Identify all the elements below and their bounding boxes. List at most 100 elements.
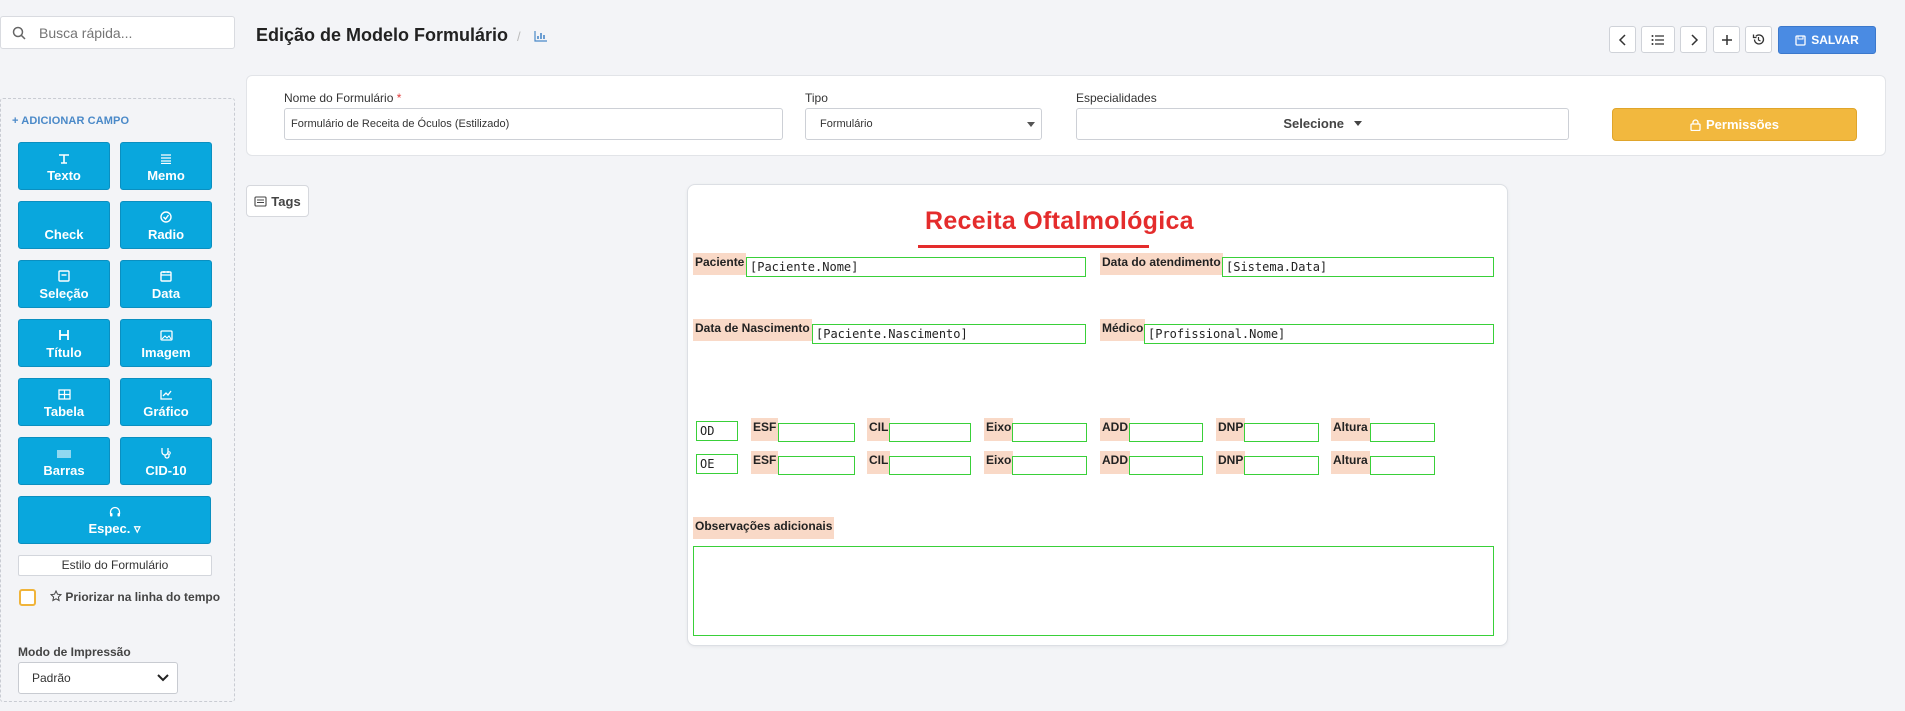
save-button[interactable]: SALVAR <box>1778 26 1876 54</box>
add-button[interactable] <box>1713 26 1740 53</box>
tags-list-icon <box>254 195 267 207</box>
oe-eixo-label[interactable]: Eixo <box>984 451 1014 474</box>
history-button[interactable] <box>1745 26 1772 53</box>
stethoscope-icon <box>161 448 171 459</box>
form-name-input[interactable]: Formulário de Receita de Óculos (Estiliz… <box>284 108 783 140</box>
specialties-select[interactable]: Selecione <box>1076 108 1569 140</box>
add-field-label: + ADICIONAR CAMPO <box>12 115 130 127</box>
heading-icon <box>59 330 69 340</box>
oe-altura-label[interactable]: Altura <box>1331 451 1370 474</box>
lock-icon <box>1690 118 1701 131</box>
add-specialty-button[interactable]: Espec. ▿ <box>18 496 211 544</box>
add-bars-button[interactable]: Barras <box>18 437 110 485</box>
history-icon <box>1752 34 1765 45</box>
barcode-icon <box>57 450 71 458</box>
form-style-button[interactable]: Estilo do Formulário <box>18 555 212 576</box>
attendance-date-field[interactable]: [Sistema.Data] <box>1222 257 1494 277</box>
doctor-label[interactable]: Médico <box>1100 319 1146 341</box>
headphones-icon <box>109 506 120 517</box>
chart-icon <box>159 390 172 400</box>
priority-checkbox[interactable] <box>19 589 36 606</box>
od-eye-field[interactable]: OD <box>696 421 738 441</box>
oe-esf-label[interactable]: ESF <box>751 451 779 474</box>
previous-button[interactable] <box>1609 26 1636 53</box>
add-image-button[interactable]: Imagem <box>120 319 212 367</box>
od-cil-label[interactable]: CIL <box>867 418 891 441</box>
add-chart-button[interactable]: Gráfico <box>120 378 212 426</box>
add-memo-button[interactable]: Memo <box>120 142 212 190</box>
calendar-icon <box>160 271 172 282</box>
oe-eixo-field[interactable] <box>1012 456 1087 475</box>
add-select-button[interactable]: Seleção <box>18 260 110 308</box>
od-esf-field[interactable] <box>778 423 855 442</box>
select-icon <box>58 270 70 282</box>
od-eixo-field[interactable] <box>1012 423 1087 442</box>
patient-field[interactable]: [Paciente.Nome] <box>746 257 1086 277</box>
patient-label[interactable]: Paciente <box>693 253 747 275</box>
text-icon <box>59 154 69 164</box>
priority-label: Priorizar na linha do tempo <box>49 589 230 606</box>
oe-eye-field[interactable]: OE <box>696 454 738 474</box>
add-text-button[interactable]: Texto <box>18 142 110 190</box>
specialties-label: Especialidades <box>1076 91 1157 105</box>
oe-cil-field[interactable] <box>889 456 971 475</box>
od-dnp-label[interactable]: DNP <box>1216 418 1246 441</box>
add-title-button[interactable]: Título <box>18 319 110 367</box>
add-cid10-button[interactable]: CID-10 <box>120 437 212 485</box>
breadcrumb-separator: / <box>517 29 521 44</box>
birth-date-field[interactable]: [Paciente.Nascimento] <box>812 324 1086 344</box>
doctor-field[interactable]: [Profissional.Nome] <box>1144 324 1494 344</box>
od-add-label[interactable]: ADD <box>1100 418 1130 441</box>
add-check-button[interactable]: Check <box>18 201 110 249</box>
oe-altura-field[interactable] <box>1370 456 1435 475</box>
od-cil-field[interactable] <box>889 423 971 442</box>
image-icon <box>159 330 173 341</box>
oe-esf-field[interactable] <box>778 456 855 475</box>
birth-date-label[interactable]: Data de Nascimento <box>693 319 812 341</box>
attendance-date-label[interactable]: Data do atendimento <box>1100 253 1223 275</box>
observations-field[interactable] <box>693 546 1494 636</box>
add-radio-button[interactable]: Radio <box>120 201 212 249</box>
page-title: Edição de Modelo Formulário <box>256 25 509 45</box>
list-icon <box>1651 34 1664 45</box>
chevron-right-icon <box>1690 33 1698 46</box>
oe-add-field[interactable] <box>1129 456 1203 475</box>
bar-chart-icon[interactable] <box>534 30 548 42</box>
chevron-down-icon <box>157 674 169 682</box>
oe-add-label[interactable]: ADD <box>1100 451 1130 474</box>
oe-cil-label[interactable]: CIL <box>867 451 891 474</box>
od-add-field[interactable] <box>1129 423 1203 442</box>
quick-search[interactable] <box>0 16 235 49</box>
radio-icon <box>160 211 172 223</box>
type-select[interactable]: Formulário <box>805 108 1042 140</box>
star-icon <box>49 589 63 602</box>
form-name-label: Nome do Formulário * <box>284 91 402 105</box>
next-button[interactable] <box>1680 26 1707 53</box>
table-icon <box>57 389 71 400</box>
title-underline <box>918 245 1149 248</box>
od-eixo-label[interactable]: Eixo <box>984 418 1014 441</box>
od-dnp-field[interactable] <box>1244 423 1319 442</box>
od-esf-label[interactable]: ESF <box>751 418 779 441</box>
caret-down-icon <box>1027 122 1035 127</box>
list-button[interactable] <box>1641 26 1675 53</box>
od-altura-field[interactable] <box>1370 423 1435 442</box>
observations-label[interactable]: Observações adicionais <box>693 517 835 539</box>
type-label: Tipo <box>805 91 828 105</box>
permissions-button[interactable]: Permissões <box>1612 108 1857 141</box>
search-input[interactable] <box>39 24 229 41</box>
od-altura-label[interactable]: Altura <box>1331 418 1370 441</box>
print-mode-select[interactable]: Padrão <box>18 662 178 694</box>
chevron-left-icon <box>1618 33 1626 46</box>
oe-dnp-label[interactable]: DNP <box>1216 451 1246 474</box>
oe-dnp-field[interactable] <box>1244 456 1319 475</box>
search-icon <box>12 26 26 40</box>
required-mark: * <box>396 91 402 105</box>
lines-icon <box>161 154 171 164</box>
plus-icon <box>1721 34 1732 45</box>
add-table-button[interactable]: Tabela <box>18 378 110 426</box>
caret-down-icon <box>1353 121 1362 126</box>
add-date-button[interactable]: Data <box>120 260 212 308</box>
document-title[interactable]: Receita Oftalmológica <box>925 207 1194 236</box>
tags-button[interactable]: Tags <box>246 185 309 217</box>
